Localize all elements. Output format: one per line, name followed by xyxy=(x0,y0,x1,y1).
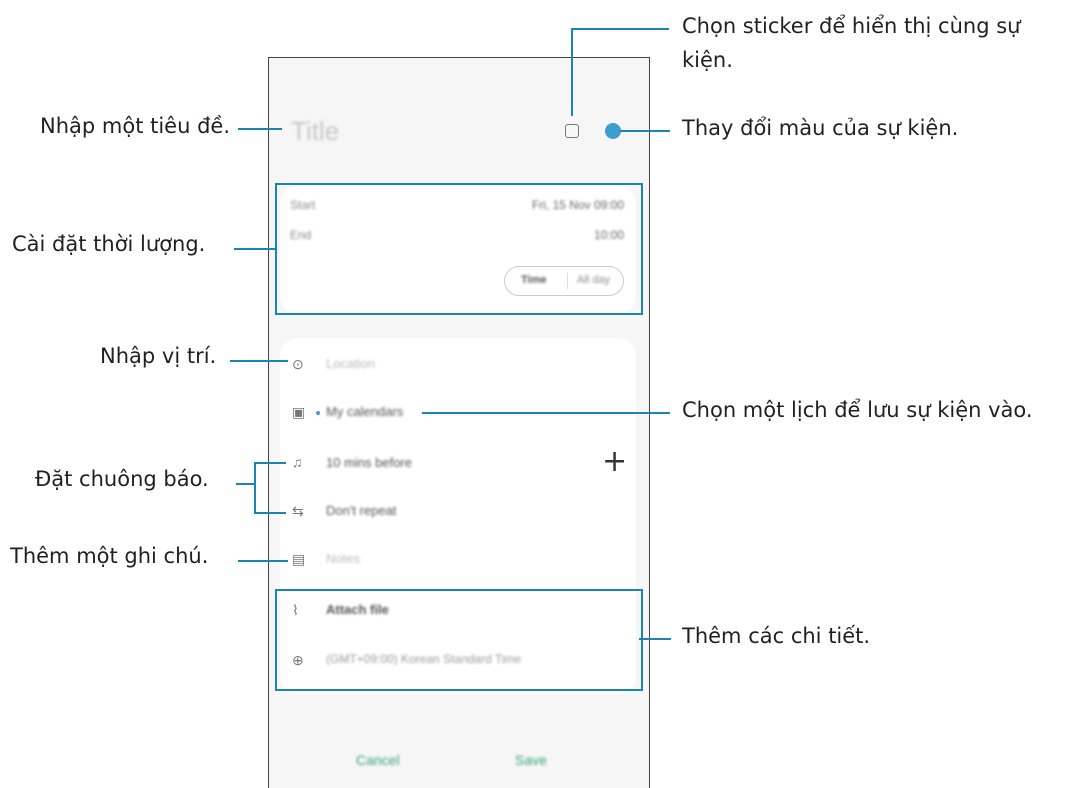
leader-sticker-vertical xyxy=(571,28,573,116)
notes-icon: ▤ xyxy=(292,551,306,567)
plus-icon[interactable]: + xyxy=(602,444,627,479)
annotation-note: Thêm một ghi chú. xyxy=(10,544,209,568)
calendar-selector[interactable]: My calendars xyxy=(326,404,403,419)
reminder-selector[interactable]: 10 mins before xyxy=(326,455,412,470)
calendar-dot xyxy=(316,411,320,415)
leader-details xyxy=(639,638,671,640)
leader-duration xyxy=(234,248,276,250)
leader-color xyxy=(620,130,670,132)
annotation-color: Thay đổi màu của sự kiện. xyxy=(682,116,959,140)
annotation-calendar: Chọn một lịch để lưu sự kiện vào. xyxy=(682,398,1033,422)
save-button[interactable]: Save xyxy=(515,752,547,768)
leader-location xyxy=(230,360,288,362)
duration-highlight-box xyxy=(275,183,643,315)
leader-alarm-top xyxy=(254,462,286,464)
annotation-title: Nhập một tiêu đề. xyxy=(40,114,231,138)
notes-input[interactable]: Notes xyxy=(326,551,360,566)
leader-title xyxy=(238,128,282,130)
leader-alarm-bracket xyxy=(254,462,256,514)
annotation-details: Thêm các chi tiết. xyxy=(682,624,871,648)
leader-note xyxy=(238,560,288,562)
location-input[interactable]: Location xyxy=(326,356,375,371)
title-input[interactable]: Title xyxy=(291,116,339,147)
annotation-location: Nhập vị trí. xyxy=(100,344,217,368)
annotation-sticker-1: Chọn sticker để hiển thị cùng sự xyxy=(682,14,1021,38)
repeat-icon: ⇆ xyxy=(292,503,304,519)
annotation-duration: Cài đặt thời lượng. xyxy=(12,232,206,256)
details-highlight-box xyxy=(275,589,643,691)
annotation-alarm: Đặt chuông báo. xyxy=(35,467,209,491)
location-pin-icon: ⊙ xyxy=(292,356,304,372)
color-dot-icon[interactable] xyxy=(605,123,621,139)
sticker-icon[interactable] xyxy=(565,124,579,138)
annotation-sticker-2: kiện. xyxy=(682,48,733,72)
leader-sticker-horizontal xyxy=(571,28,669,30)
leader-alarm-bottom xyxy=(254,512,286,514)
leader-alarm xyxy=(236,483,254,485)
repeat-selector[interactable]: Don't repeat xyxy=(326,503,396,518)
bell-icon: ♫ xyxy=(292,454,303,470)
leader-calendar xyxy=(422,412,670,414)
cancel-button[interactable]: Cancel xyxy=(356,752,400,768)
calendar-icon: ▣ xyxy=(292,404,306,420)
